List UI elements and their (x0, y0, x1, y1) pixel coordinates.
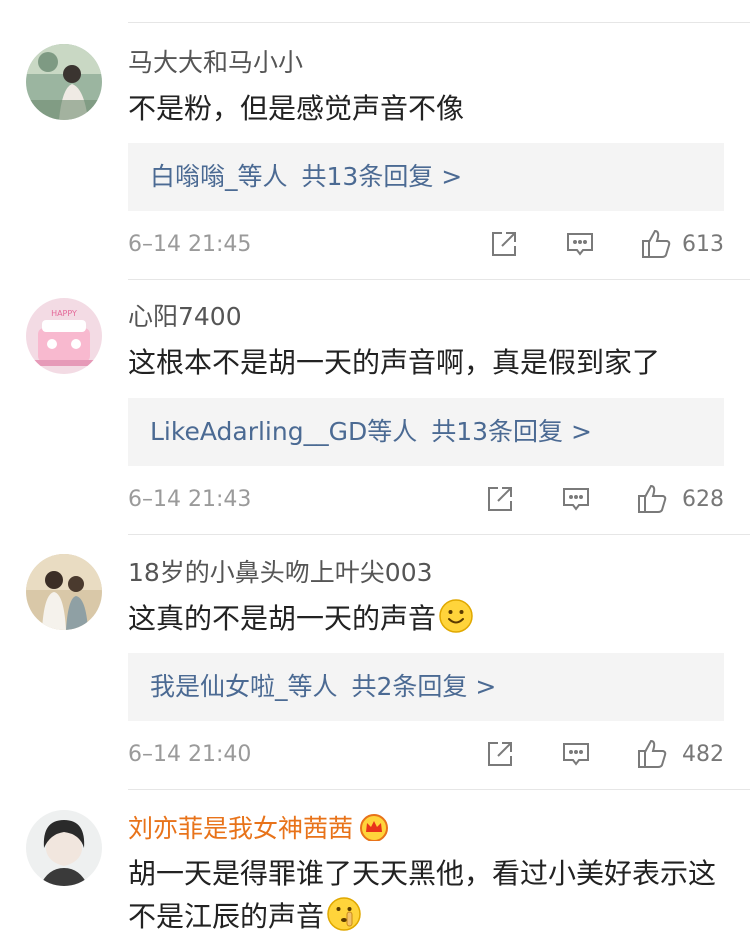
comment-meta: 6–14 21:45 613 (128, 228, 724, 260)
reply-count: 共13条回复 > (431, 417, 592, 446)
reply-users: LikeAdarling__GD等人 (150, 417, 418, 446)
avatar[interactable] (26, 554, 102, 630)
timestamp: 6–14 21:43 (128, 487, 252, 512)
reply-users: 我是仙女啦_等人 (150, 672, 338, 701)
thumbs-up-icon[interactable] (640, 228, 672, 260)
comment-meta: 6–14 21:43 628 (128, 483, 724, 515)
username[interactable]: 18岁的小鼻头吻上叶尖003 (128, 558, 433, 588)
reply-preview[interactable]: LikeAdarling__GD等人 共13条回复 > (128, 398, 724, 466)
comment-text-content: 这真的不是胡一天的声音 (128, 602, 437, 635)
smile-emoji (438, 598, 474, 646)
reply-summary[interactable]: LikeAdarling__GD等人 共13条回复 > (150, 417, 592, 447)
avatar[interactable] (26, 810, 102, 886)
reply-summary[interactable]: 我是仙女啦_等人 共2条回复 > (150, 672, 496, 702)
reply-preview[interactable]: 我是仙女啦_等人 共2条回复 > (128, 653, 724, 721)
like-count: 482 (682, 742, 724, 767)
comment-text: 这根本不是胡一天的声音啊，真是假到家了 (128, 346, 661, 379)
avatar[interactable] (26, 44, 102, 120)
top-divider (128, 22, 750, 23)
divider (128, 279, 750, 280)
comment-icon[interactable] (562, 740, 590, 768)
comment-icon[interactable] (562, 485, 590, 513)
divider (128, 534, 750, 535)
avatar[interactable]: HAPPY (26, 298, 102, 374)
like-count: 613 (682, 232, 724, 257)
username[interactable]: 马大大和马小小 (128, 48, 303, 78)
comment-text: 不是粉，但是感觉声音不像 (128, 92, 465, 125)
reply-users: 白嗡嗡_等人 (150, 162, 288, 191)
reply-count: 共2条回复 > (351, 672, 497, 701)
comment-text-content: 胡一天是得罪谁了天天黑他，看过小美好表示这不是江辰的声音 (128, 857, 717, 933)
shush-emoji (326, 896, 362, 944)
timestamp: 6–14 21:45 (128, 232, 252, 257)
comment-text: 这真的不是胡一天的声音 (128, 597, 728, 646)
username-vip[interactable]: 刘亦菲是我女神茜茜 (128, 813, 389, 848)
like-count: 628 (682, 487, 724, 512)
reply-count: 共13条回复 > (301, 162, 463, 191)
divider (128, 789, 750, 790)
comment-text: 胡一天是得罪谁了天天黑他，看过小美好表示这不是江辰的声音 (128, 852, 728, 944)
share-icon[interactable] (486, 485, 514, 513)
username-text: 刘亦菲是我女神茜茜 (128, 814, 354, 843)
share-icon[interactable] (490, 230, 518, 258)
reply-preview[interactable]: 白嗡嗡_等人 共13条回复 > (128, 143, 724, 211)
svg-text:HAPPY: HAPPY (51, 309, 77, 318)
comment-icon[interactable] (566, 230, 594, 258)
timestamp: 6–14 21:40 (128, 742, 252, 767)
thumbs-up-icon[interactable] (636, 483, 668, 515)
vip-crown-icon (359, 813, 389, 848)
reply-summary[interactable]: 白嗡嗡_等人 共13条回复 > (150, 162, 462, 192)
share-icon[interactable] (486, 740, 514, 768)
thumbs-up-icon[interactable] (636, 738, 668, 770)
username[interactable]: 心阳7400 (128, 302, 242, 332)
comment-meta: 6–14 21:40 482 (128, 738, 724, 770)
